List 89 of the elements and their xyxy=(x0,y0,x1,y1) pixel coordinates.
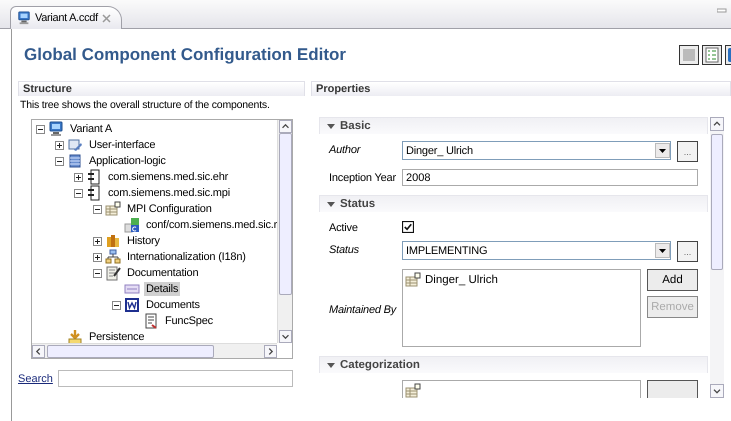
section-header[interactable]: Categorization xyxy=(319,356,708,373)
collapse-icon[interactable] xyxy=(93,268,102,278)
vertical-scrollbar[interactable] xyxy=(710,117,724,398)
section-header[interactable]: Status xyxy=(319,195,708,212)
scroll-down-icon[interactable] xyxy=(710,384,724,398)
tree-item[interactable]: Persistence xyxy=(87,330,146,343)
field-label: Author xyxy=(329,143,362,156)
document-pencil-icon xyxy=(105,265,121,281)
document-icon xyxy=(143,313,159,329)
field-label: Active xyxy=(329,221,359,234)
checkbox[interactable] xyxy=(402,221,414,233)
tree-item[interactable]: Documentation xyxy=(125,266,200,280)
collapse-icon[interactable] xyxy=(112,300,121,310)
horizontal-scrollbar[interactable] xyxy=(32,343,277,358)
scroll-left-icon[interactable] xyxy=(32,344,45,358)
tree-item[interactable]: Details xyxy=(144,282,180,296)
pencil-window-icon xyxy=(67,137,83,153)
tree-item[interactable]: User-interface xyxy=(87,138,158,152)
tree-item[interactable]: FuncSpec xyxy=(163,314,215,328)
scroll-up-icon[interactable] xyxy=(710,117,724,131)
dropdown-icon[interactable] xyxy=(655,143,670,158)
collapse-icon[interactable] xyxy=(55,156,64,166)
expand-icon[interactable] xyxy=(93,252,102,262)
word-document-icon xyxy=(124,297,140,313)
tree-item[interactable]: conf/com.siemens.med.sic.r xyxy=(144,218,277,232)
collapse-icon[interactable] xyxy=(74,188,83,198)
editor-tab[interactable]: Variant A.ccdf xyxy=(10,6,122,29)
component-icon xyxy=(86,185,102,201)
tab-title: Variant A.ccdf xyxy=(35,12,98,24)
tree-item[interactable]: com.siemens.med.sic.mpi xyxy=(106,186,232,200)
search-label[interactable]: Search xyxy=(18,372,53,384)
tree-item[interactable]: Variant A xyxy=(68,122,114,136)
collapse-icon[interactable] xyxy=(93,204,102,214)
table-icon xyxy=(105,201,121,217)
dropdown-icon[interactable] xyxy=(655,243,670,258)
collapse-icon[interactable] xyxy=(327,122,335,130)
scroll-thumb[interactable] xyxy=(711,134,723,270)
network-icon xyxy=(105,249,121,265)
combo-box[interactable]: IMPLEMENTING xyxy=(402,241,671,260)
browse-button[interactable]: ... xyxy=(677,241,698,262)
vertical-scrollbar[interactable] xyxy=(277,120,292,343)
scroll-down-icon[interactable] xyxy=(278,330,292,343)
database-icon xyxy=(67,153,83,169)
collapse-icon[interactable] xyxy=(327,361,335,369)
toolbar-button[interactable] xyxy=(702,45,722,65)
list-box[interactable]: Dinger_ Ulrich xyxy=(402,269,641,347)
expand-icon[interactable] xyxy=(55,140,64,150)
computer-icon xyxy=(48,121,64,137)
computer-icon xyxy=(17,11,31,25)
list-item[interactable]: Dinger_ Ulrich xyxy=(425,274,498,286)
download-arrow-icon xyxy=(67,329,83,343)
toolbar-button[interactable] xyxy=(679,45,699,65)
structure-heading: Structure xyxy=(18,81,305,96)
list-button[interactable] xyxy=(647,380,698,398)
list-icon xyxy=(705,47,719,63)
field-label: Inception Year xyxy=(329,171,397,184)
structure-description: This tree shows the overall structure of the components. xyxy=(19,98,271,111)
editor-title: Global Component Configuration Editor xyxy=(24,45,348,65)
file-icon xyxy=(124,217,140,233)
tree-item[interactable]: Application-logic xyxy=(87,154,168,168)
expand-icon[interactable] xyxy=(74,172,83,182)
expand-icon[interactable] xyxy=(93,236,102,246)
scroll-right-icon[interactable] xyxy=(264,344,277,358)
table-icon xyxy=(405,383,421,398)
blank-icon xyxy=(682,48,696,62)
tree-item[interactable]: com.siemens.med.sic.ehr xyxy=(106,170,230,184)
combo-box[interactable]: Dinger_ Ulrich xyxy=(402,141,671,160)
tree-item[interactable]: History xyxy=(125,234,162,248)
collapse-icon[interactable] xyxy=(327,200,335,208)
section-header[interactable]: Basic xyxy=(319,117,708,134)
component-icon xyxy=(86,169,102,185)
list-button[interactable]: Add xyxy=(647,269,698,291)
tree-item[interactable]: Documents xyxy=(144,298,202,312)
text-field[interactable]: 2008 xyxy=(402,169,698,186)
field-label: Status xyxy=(329,243,360,256)
scroll-up-icon[interactable] xyxy=(278,120,292,133)
scroll-thumb[interactable] xyxy=(278,132,292,294)
tree-item[interactable]: Internationalization (I18n) xyxy=(125,250,248,264)
scroll-thumb[interactable] xyxy=(47,344,214,358)
search-field[interactable] xyxy=(58,370,293,387)
minimize-icon[interactable] xyxy=(717,8,727,14)
field-label: Maintained By xyxy=(329,302,398,316)
properties-heading: Properties xyxy=(311,81,731,96)
close-icon[interactable] xyxy=(102,14,111,22)
table-icon xyxy=(405,272,421,288)
collapse-icon[interactable] xyxy=(36,124,45,134)
books-icon xyxy=(105,233,121,249)
tree-item[interactable]: MPI Configuration xyxy=(125,202,214,216)
browse-button[interactable]: ... xyxy=(677,141,698,162)
